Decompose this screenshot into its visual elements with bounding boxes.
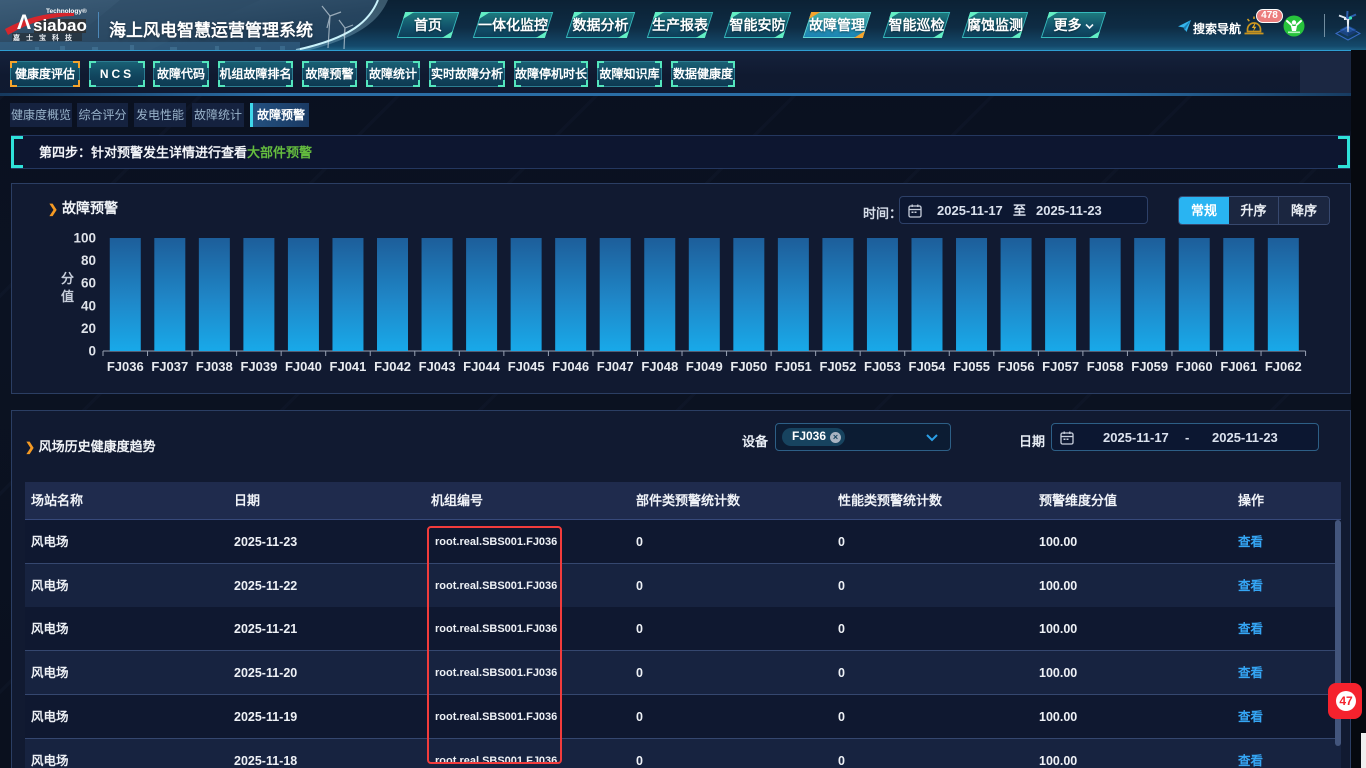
svg-text:60: 60: [81, 276, 96, 291]
svg-text:FJ050: FJ050: [730, 359, 767, 374]
svg-text:FJ051: FJ051: [775, 359, 812, 374]
svg-text:FJ046: FJ046: [552, 359, 589, 374]
svg-text:FJ048: FJ048: [641, 359, 678, 374]
svg-text:80: 80: [81, 253, 96, 268]
svg-text:FJ052: FJ052: [819, 359, 856, 374]
svg-text:FJ041: FJ041: [330, 359, 367, 374]
svg-text:FJ037: FJ037: [151, 359, 188, 374]
svg-text:FJ062: FJ062: [1265, 359, 1302, 374]
svg-text:分: 分: [61, 271, 74, 286]
svg-text:40: 40: [81, 298, 96, 313]
svg-text:FJ054: FJ054: [909, 359, 947, 374]
svg-text:FJ047: FJ047: [597, 359, 634, 374]
svg-text:FJ061: FJ061: [1220, 359, 1257, 374]
svg-text:FJ060: FJ060: [1176, 359, 1213, 374]
svg-text:FJ058: FJ058: [1087, 359, 1124, 374]
svg-text:100: 100: [73, 231, 96, 246]
svg-text:FJ045: FJ045: [508, 359, 545, 374]
svg-text:FJ053: FJ053: [864, 359, 901, 374]
svg-text:FJ056: FJ056: [998, 359, 1035, 374]
svg-text:FJ036: FJ036: [107, 359, 144, 374]
svg-text:20: 20: [81, 321, 96, 336]
svg-text:FJ040: FJ040: [285, 359, 322, 374]
svg-text:FJ039: FJ039: [240, 359, 277, 374]
svg-text:FJ059: FJ059: [1131, 359, 1168, 374]
svg-text:FJ055: FJ055: [953, 359, 990, 374]
svg-text:FJ038: FJ038: [196, 359, 233, 374]
svg-text:FJ057: FJ057: [1042, 359, 1079, 374]
svg-text:FJ044: FJ044: [463, 359, 501, 374]
svg-text:FJ043: FJ043: [419, 359, 456, 374]
svg-text:值: 值: [61, 289, 74, 304]
svg-text:FJ049: FJ049: [686, 359, 723, 374]
svg-text:0: 0: [88, 344, 96, 359]
svg-text:FJ042: FJ042: [374, 359, 411, 374]
